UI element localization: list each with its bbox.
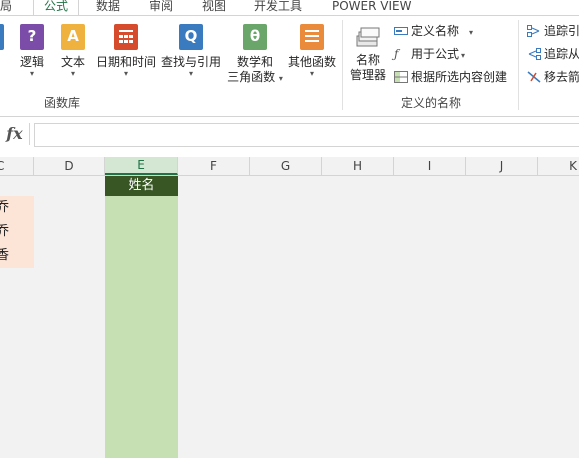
column-header-k[interactable]: K bbox=[538, 157, 579, 175]
text-button[interactable]: A 文本 ▾ bbox=[59, 24, 87, 78]
trace-dependents-icon bbox=[527, 47, 541, 60]
column-header-d[interactable]: D bbox=[34, 157, 105, 175]
define-name-icon bbox=[394, 24, 408, 36]
formula-bar: fx bbox=[0, 117, 579, 153]
column-header-row: C D E F G H I J K bbox=[0, 157, 579, 176]
trace-dependents-label: 追踪从 bbox=[544, 47, 579, 61]
remove-arrows-icon bbox=[527, 70, 541, 83]
cell-c-row1[interactable]: 乔 bbox=[0, 196, 34, 220]
group-label-defined-names: 定义的名称 bbox=[401, 96, 462, 110]
name-manager-button[interactable]: 名称 管理器 bbox=[348, 24, 388, 83]
partial-icon bbox=[0, 24, 4, 50]
more-functions-icon bbox=[300, 24, 324, 50]
chevron-down-icon: ▾ bbox=[469, 28, 474, 37]
group-divider bbox=[518, 20, 519, 110]
name-manager-icon bbox=[355, 24, 381, 50]
ribbon-tab-row: 局 公式 数据 审阅 视图 开发工具 POWER VIEW bbox=[0, 0, 579, 16]
create-from-selection-button[interactable]: 根据所选内容创建 bbox=[394, 68, 507, 86]
cell-c-row3[interactable]: 香 bbox=[0, 244, 34, 268]
chevron-down-icon: ▾ bbox=[188, 69, 193, 78]
name-manager-label-line2: 管理器 bbox=[349, 68, 386, 82]
cell-e-header[interactable]: 姓名 bbox=[105, 176, 178, 196]
math-trig-button[interactable]: θ 数学和 三角函数 ▾ bbox=[225, 24, 285, 85]
lookup-reference-button[interactable]: Q 查找与引用 ▾ bbox=[160, 24, 222, 78]
use-in-formula-label: 用于公式 bbox=[411, 47, 460, 61]
tab-data[interactable]: 数据 bbox=[96, 0, 120, 16]
tab-layout[interactable]: 局 bbox=[0, 0, 12, 16]
define-name-button[interactable]: 定义名称 ▾ bbox=[394, 22, 473, 40]
column-header-j[interactable]: J bbox=[466, 157, 538, 175]
tab-formulas[interactable]: 公式 bbox=[33, 0, 79, 16]
column-header-g[interactable]: G bbox=[250, 157, 322, 175]
date-time-button[interactable]: 日期和时间 ▾ bbox=[95, 24, 157, 78]
tab-developer[interactable]: 开发工具 bbox=[254, 0, 302, 16]
formula-input[interactable] bbox=[34, 123, 579, 147]
partial-button[interactable] bbox=[0, 24, 4, 50]
math-label-line2: 三角函数 bbox=[227, 70, 276, 84]
formula-icon: ƒ bbox=[394, 47, 399, 61]
create-from-selection-icon bbox=[394, 70, 408, 83]
chevron-down-icon: ▾ bbox=[70, 69, 75, 78]
tab-review[interactable]: 审阅 bbox=[149, 0, 173, 16]
remove-arrows-button[interactable]: 移去箭 bbox=[527, 68, 579, 86]
insert-function-icon[interactable]: fx bbox=[0, 123, 30, 145]
chevron-down-icon: ▾ bbox=[123, 69, 128, 78]
trace-precedents-button[interactable]: 追踪引 bbox=[527, 22, 579, 40]
group-divider bbox=[342, 20, 343, 110]
group-label-function-library: 函数库 bbox=[44, 96, 81, 110]
column-header-c[interactable]: C bbox=[0, 157, 34, 175]
date-time-label: 日期和时间 bbox=[95, 55, 156, 69]
tab-view[interactable]: 视图 bbox=[202, 0, 226, 16]
column-header-e[interactable]: E bbox=[105, 157, 178, 175]
selected-column-e[interactable] bbox=[105, 176, 178, 458]
date-time-icon bbox=[114, 24, 138, 50]
text-label: 文本 bbox=[60, 55, 85, 69]
name-manager-label-line1: 名称 bbox=[355, 53, 380, 67]
trace-dependents-button[interactable]: 追踪从 bbox=[527, 45, 579, 63]
lookup-icon: Q bbox=[179, 24, 203, 50]
math-label-line1: 数学和 bbox=[236, 55, 273, 69]
define-name-label: 定义名称 bbox=[411, 24, 460, 38]
more-functions-button[interactable]: 其他函数 ▾ bbox=[287, 24, 337, 78]
use-in-formula-button[interactable]: ƒ 用于公式 ▾ bbox=[394, 45, 465, 63]
chevron-down-icon: ▾ bbox=[461, 51, 466, 60]
chevron-down-icon: ▾ bbox=[309, 69, 314, 78]
lookup-label: 查找与引用 bbox=[160, 55, 221, 69]
worksheet-grid[interactable]: 乔 乔 香 姓名 bbox=[0, 176, 579, 458]
create-from-selection-label: 根据所选内容创建 bbox=[411, 70, 508, 84]
chevron-down-icon: ▾ bbox=[29, 69, 34, 78]
remove-arrows-label: 移去箭 bbox=[544, 70, 579, 84]
column-header-f[interactable]: F bbox=[178, 157, 250, 175]
chevron-down-icon: ▾ bbox=[278, 74, 283, 83]
ribbon: ? 逻辑 ▾ A 文本 ▾ 日期和时间 ▾ Q 查找与引用 ▾ θ 数学和 三角… bbox=[0, 16, 579, 117]
more-functions-label: 其他函数 bbox=[287, 55, 336, 69]
column-header-i[interactable]: I bbox=[394, 157, 466, 175]
trace-precedents-icon bbox=[527, 24, 541, 37]
column-header-h[interactable]: H bbox=[322, 157, 394, 175]
logic-label: 逻辑 bbox=[19, 55, 44, 69]
trace-precedents-label: 追踪引 bbox=[544, 24, 579, 38]
cell-c-row2[interactable]: 乔 bbox=[0, 220, 34, 244]
logic-icon: ? bbox=[20, 24, 44, 50]
math-icon: θ bbox=[243, 24, 267, 50]
tab-power-view[interactable]: POWER VIEW bbox=[332, 0, 411, 16]
text-icon: A bbox=[61, 24, 85, 50]
logic-button[interactable]: ? 逻辑 ▾ bbox=[18, 24, 46, 78]
